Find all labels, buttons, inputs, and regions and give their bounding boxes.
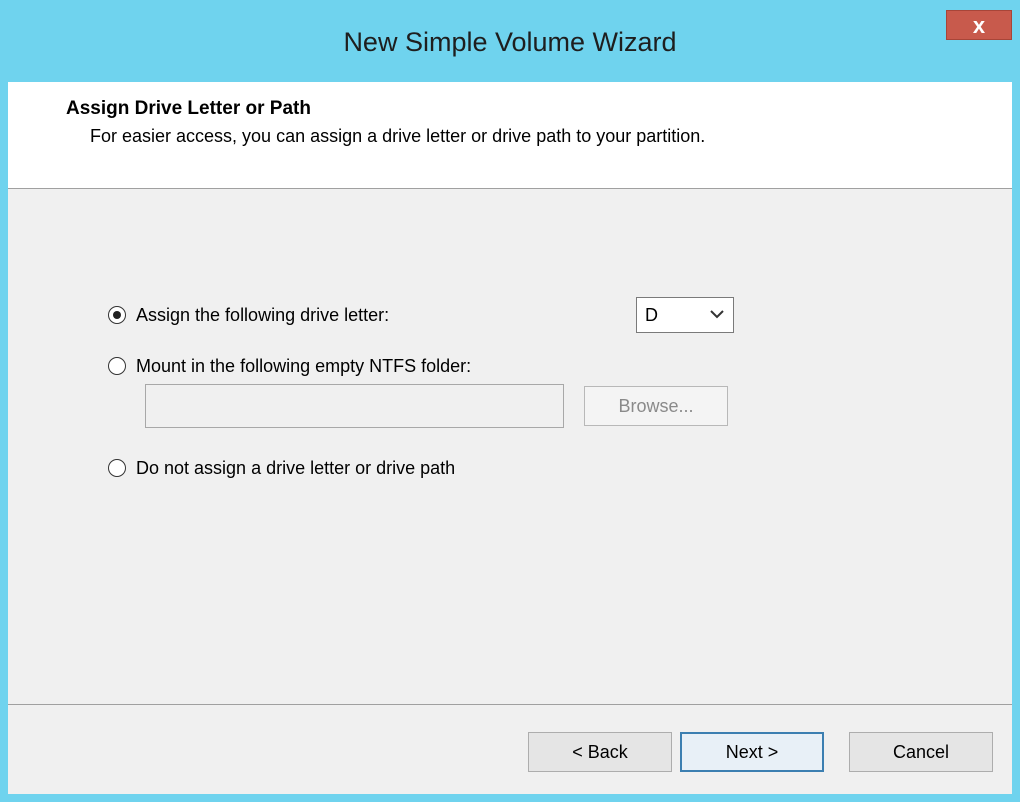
page-title: Assign Drive Letter or Path bbox=[66, 98, 311, 119]
footer-divider bbox=[8, 704, 1012, 705]
back-button[interactable]: < Back bbox=[528, 732, 672, 772]
assign-letter-radio[interactable] bbox=[108, 306, 126, 324]
assign-letter-label: Assign the following drive letter: bbox=[136, 304, 390, 325]
cancel-button[interactable]: Cancel bbox=[849, 732, 993, 772]
wizard-header: Assign Drive Letter or Path For easier a… bbox=[8, 82, 1012, 189]
title-bar[interactable]: New Simple Volume Wizard x bbox=[0, 0, 1020, 82]
drive-letter-dropdown[interactable]: D bbox=[636, 297, 734, 333]
assign-letter-option[interactable]: Assign the following drive letter: bbox=[108, 302, 389, 328]
wizard-body: Assign Drive Letter or Path For easier a… bbox=[8, 82, 1012, 794]
next-button[interactable]: Next > bbox=[680, 732, 824, 772]
mount-folder-option[interactable]: Mount in the following empty NTFS folder… bbox=[108, 353, 471, 379]
mount-folder-radio[interactable] bbox=[108, 357, 126, 375]
page-subtitle: For easier access, you can assign a driv… bbox=[90, 126, 706, 146]
close-button[interactable]: x bbox=[946, 10, 1012, 40]
chevron-down-icon bbox=[707, 304, 727, 326]
window-title: New Simple Volume Wizard bbox=[343, 27, 677, 57]
browse-button[interactable]: Browse... bbox=[584, 386, 728, 426]
close-icon: x bbox=[972, 13, 986, 38]
mount-folder-label: Mount in the following empty NTFS folder… bbox=[136, 355, 472, 376]
folder-path-input[interactable] bbox=[145, 384, 564, 428]
no-assign-label: Do not assign a drive letter or drive pa… bbox=[136, 457, 456, 478]
drive-letter-value: D bbox=[645, 305, 658, 325]
no-assign-option[interactable]: Do not assign a drive letter or drive pa… bbox=[108, 455, 455, 481]
wizard-window: New Simple Volume Wizard x Assign Drive … bbox=[0, 0, 1020, 802]
no-assign-radio[interactable] bbox=[108, 459, 126, 477]
